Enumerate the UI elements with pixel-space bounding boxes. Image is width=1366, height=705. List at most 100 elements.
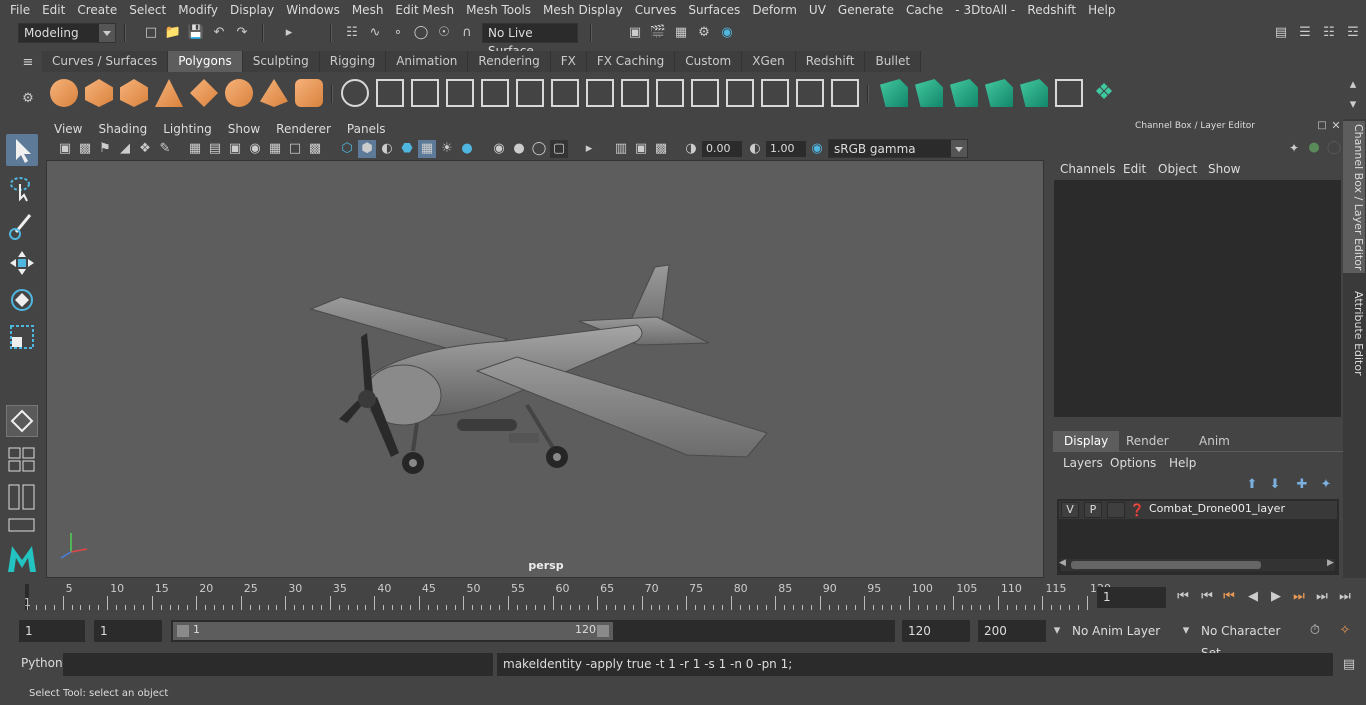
render-view-icon[interactable]: ▣ [626,24,644,42]
range-slider[interactable]: 1 120 [171,620,895,642]
tab-channel-box-layer-editor[interactable]: Channel Box / Layer Editor [1343,121,1365,273]
image-plane-icon[interactable]: ◢ [116,140,134,158]
soft-select-button[interactable] [6,405,38,437]
layer-color-icon[interactable]: ❓ [1129,501,1145,519]
poly-cylinder-icon[interactable] [120,79,148,107]
shelf-tab-custom[interactable]: Custom [675,51,743,72]
poly-pipe-icon[interactable] [295,79,323,107]
selection-mask-icon[interactable]: ▸ [280,24,298,42]
move-layer-up-icon[interactable]: ⬆ [1243,476,1261,494]
scrollbar-thumb[interactable] [1071,561,1261,569]
render-frame-icon[interactable]: 🎬 [649,24,667,42]
workspace-icon[interactable]: ▤ [1272,24,1290,42]
checker-icon[interactable] [1055,79,1083,107]
step-forward-frame-icon[interactable]: ⏭ [1290,588,1308,606]
redo-icon[interactable]: ↷ [233,24,251,42]
layers-menu[interactable]: Layers [1063,456,1103,470]
shelf-settings-gear-icon[interactable]: ⚙ [19,90,37,108]
view-transform-select[interactable]: sRGB gamma [828,139,968,158]
axis-orient-icon[interactable]: ✦ [1285,139,1303,157]
float-panel-icon[interactable]: □ [1315,119,1329,133]
fill-hole-icon[interactable] [656,79,684,107]
current-frame-field[interactable]: 1 [1097,587,1166,608]
shelf-tab-polygons[interactable]: Polygons [168,51,243,72]
go-to-end-icon[interactable]: ⏭ [1336,588,1354,606]
menu-create[interactable]: Create [71,0,123,20]
smooth-icon[interactable] [446,79,474,107]
camera-icon[interactable]: ▣ [56,140,74,158]
viewport-menu-show[interactable]: Show [220,119,268,139]
exposure-icon[interactable]: ◑ [682,140,700,158]
textured-icon[interactable]: ⬣ [398,140,416,158]
save-scene-icon[interactable]: 💾 [187,24,205,42]
poly-cube-icon[interactable] [85,79,113,107]
shelf-tab-sculpting[interactable]: Sculpting [242,51,320,72]
toggle-attribute-editor-icon[interactable]: ☰ [1296,24,1314,42]
menu-mesh-tools[interactable]: Mesh Tools [460,0,537,20]
step-forward-key-icon[interactable]: ⏭ [1313,588,1331,606]
edit-menu[interactable]: Edit [1123,162,1146,176]
perspective-viewport[interactable]: persp [46,160,1044,578]
chevron-down-icon[interactable]: ▾ [1177,622,1195,640]
color-management-icon[interactable]: ◉ [808,140,826,158]
show-menu[interactable]: Show [1208,162,1240,176]
safe-action-icon[interactable]: □ [286,140,304,158]
resolution-gate-icon[interactable]: ▣ [226,140,244,158]
viewport-menu-panels[interactable]: Panels [339,119,394,139]
bookmark-icon[interactable]: ⚑ [96,140,114,158]
shelf-tab-animation[interactable]: Animation [386,51,469,72]
exposure-field[interactable]: 0.00 [702,141,742,157]
menu-curves[interactable]: Curves [629,0,683,20]
chevron-down-icon[interactable] [951,140,967,157]
boolean-icon[interactable] [481,79,509,107]
tab-attribute-editor[interactable]: Attribute Editor [1343,287,1365,379]
multi-cut-icon[interactable] [691,79,719,107]
bridge-icon[interactable] [586,79,614,107]
tab-display[interactable]: Display [1053,431,1120,451]
poly-plane-icon[interactable] [190,79,218,107]
menu-select[interactable]: Select [123,0,172,20]
layer-name[interactable]: Combat_Drone001_layer [1149,502,1285,515]
scroll-left-icon[interactable]: ◀ [1059,558,1066,568]
separate-icon[interactable] [376,79,404,107]
paint-select-tool-button[interactable] [6,210,38,242]
tab-render[interactable]: Render [1115,431,1180,451]
menu-windows[interactable]: Windows [280,0,346,20]
bevel-icon[interactable] [551,79,579,107]
menu-help[interactable]: Help [1082,0,1121,20]
animation-end-field[interactable]: 200 [978,620,1046,642]
combat-drone-model[interactable] [47,161,1044,578]
lasso-tool-button[interactable] [6,172,38,204]
live-surface-field[interactable]: No Live Surface [482,23,578,58]
menu-deform[interactable]: Deform [746,0,803,20]
play-forwards-icon[interactable]: ▶ [1267,588,1285,606]
shelf-tab-fx-caching[interactable]: FX Caching [586,51,676,72]
shelf-scroll-down-icon[interactable]: ▾ [1344,96,1362,114]
motion-blur-icon[interactable]: ◉ [490,140,508,158]
uv-planar-icon[interactable] [880,79,908,107]
uv-spherical-icon[interactable] [950,79,978,107]
uv-cylindrical-icon[interactable] [915,79,943,107]
menu-display[interactable]: Display [224,0,280,20]
poly-pyramid-icon[interactable] [260,79,288,107]
shelf-tab-fx[interactable]: FX [550,51,587,72]
playback-end-field[interactable]: 120 [902,620,970,642]
move-layer-down-icon[interactable]: ⬇ [1266,476,1284,494]
viewport-menu-shading[interactable]: Shading [90,119,155,139]
safe-title-icon[interactable]: ▩ [306,140,324,158]
anti-aliasing-icon[interactable]: ● [510,140,528,158]
layout-four-view-button[interactable] [6,444,38,474]
poly-sphere-icon[interactable] [50,79,78,107]
move-tool-button[interactable] [6,247,38,279]
channel-list[interactable] [1054,180,1341,417]
menu-file[interactable]: File [4,0,36,20]
xray-joints-icon[interactable]: ▥ [612,140,630,158]
wireframe-icon[interactable]: ⬡ [338,140,356,158]
uv-automatic-icon[interactable] [985,79,1013,107]
menu-3dtoall[interactable]: - 3DtoAll - [949,0,1021,20]
layout-side-view-button[interactable] [6,482,38,512]
script-editor-icon[interactable]: ▤ [1340,656,1358,674]
target-weld-icon[interactable] [796,79,824,107]
character-set-selector[interactable]: No Character Set [1195,620,1299,660]
rotate-tool-button[interactable] [6,284,38,316]
